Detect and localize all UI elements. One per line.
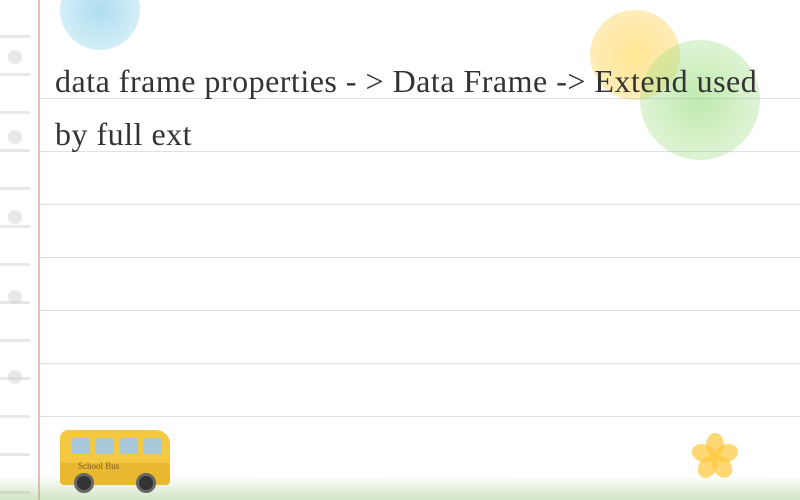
notebook-spiral-edge [0,0,30,500]
bus-label: School Bus [78,461,119,471]
main-text: data frame properties - > Data Frame -> … [55,55,770,161]
ruled-line [40,416,800,417]
ruled-line [40,363,800,364]
school-bus-illustration: School Bus [60,430,170,485]
decoration-flower [690,420,740,470]
ruled-line [40,204,800,205]
notebook-margin-line [38,0,40,500]
ruled-line [40,310,800,311]
ruled-line [40,257,800,258]
decoration-bubble-blue [60,0,140,50]
